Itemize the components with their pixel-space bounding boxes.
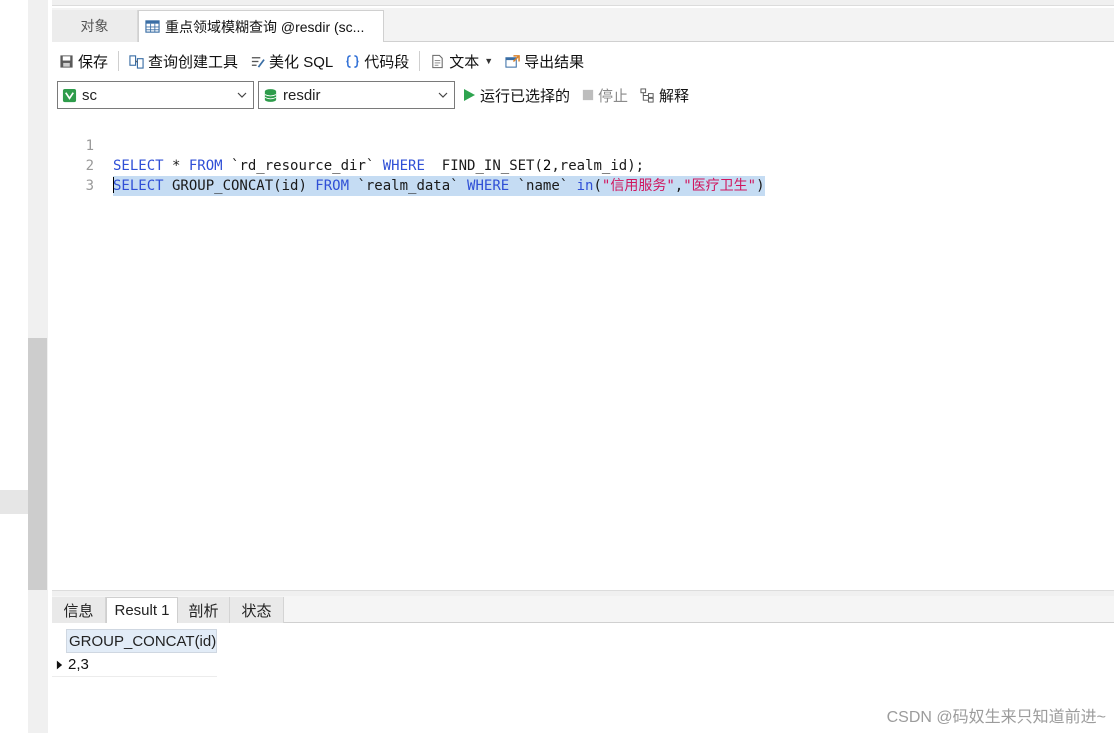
row-indicator-icon	[52, 653, 66, 677]
toolbar-divider	[419, 51, 421, 71]
left-panel-marker	[0, 490, 28, 514]
code-snippet-button[interactable]: 代码段	[343, 48, 411, 74]
run-selected-label: 运行已选择的	[480, 87, 571, 105]
query-table-icon	[145, 20, 160, 33]
play-icon	[464, 89, 475, 101]
tab-profile[interactable]: 剖析	[178, 597, 230, 623]
column-header-label: GROUP_CONCAT(id)	[69, 632, 217, 650]
tab-result-1-label: Result 1	[114, 602, 170, 619]
text-label: 文本	[449, 53, 480, 71]
code-line-3[interactable]: 3	[52, 156, 1114, 194]
tab-bar: 对象 重点领域模糊查询 @resdir (sc...	[52, 8, 1114, 42]
sql-editor[interactable]: 1 SELECT * FROM `rd_resource_dir` WHERE …	[52, 114, 1114, 590]
table-row[interactable]: 2,3	[52, 653, 217, 677]
query-builder-label: 查询创建工具	[148, 53, 239, 71]
explain-icon	[640, 87, 654, 103]
run-selected-button[interactable]: 运行已选择的	[462, 84, 570, 106]
tab-result-1[interactable]: Result 1	[106, 597, 178, 623]
tab-query[interactable]: 重点领域模糊查询 @resdir (sc...	[138, 10, 384, 42]
tab-status-label: 状态	[241, 602, 272, 620]
code-line-2[interactable]: 2 SELECT GROUP_CONCAT(id) FROM `realm_da…	[52, 136, 1114, 196]
save-icon	[60, 54, 73, 68]
chevron-down-icon[interactable]	[237, 90, 247, 100]
tab-objects[interactable]: 对象	[52, 10, 138, 42]
left-panel	[0, 0, 28, 733]
tab-info-label: 信息	[63, 602, 94, 620]
code-line-1[interactable]: 1 SELECT * FROM `rd_resource_dir` WHERE …	[52, 116, 1114, 174]
toolbar-divider	[118, 51, 120, 71]
toolbar: 保存 查询创建工具 美化 SQL 代码段 文本 ▼ 导出结果	[52, 44, 1114, 78]
save-label: 保存	[78, 53, 109, 71]
selector-bar: sc resdir 运行已选择的 停止 解释	[52, 80, 1114, 110]
export-result-button[interactable]: 导出结果	[503, 48, 586, 74]
column-header[interactable]: GROUP_CONCAT(id)	[66, 629, 217, 653]
explain-label: 解释	[659, 87, 690, 105]
query-builder-icon	[129, 54, 144, 69]
beautify-sql-button[interactable]: 美化 SQL	[248, 48, 335, 74]
left-panel-strip	[0, 0, 52, 733]
export-icon	[505, 54, 520, 68]
scrollbar-thumb[interactable]	[28, 338, 47, 590]
connection-value: sc	[82, 86, 97, 104]
table-cell[interactable]: 2,3	[66, 656, 89, 673]
database-icon	[264, 88, 277, 102]
tab-info[interactable]: 信息	[52, 597, 106, 623]
menu-bar	[52, 0, 1114, 6]
code-snippet-label: 代码段	[364, 53, 410, 71]
result-tab-bar: 信息 Result 1 剖析 状态	[52, 596, 1114, 623]
chevron-down-icon[interactable]	[438, 90, 448, 100]
code-snippet-icon	[346, 54, 359, 68]
stop-icon	[582, 89, 594, 101]
tab-objects-label: 对象	[80, 18, 109, 34]
selected-code-text: SELECT GROUP_CONCAT(id) FROM `realm_data…	[113, 176, 765, 196]
tab-query-label: 重点领域模糊查询 @resdir (sc...	[165, 18, 365, 35]
query-builder-button[interactable]: 查询创建工具	[127, 48, 240, 74]
tab-status[interactable]: 状态	[230, 597, 284, 623]
tab-profile-label: 剖析	[188, 602, 219, 620]
stop-label: 停止	[598, 87, 629, 105]
connection-icon	[62, 88, 77, 102]
stop-button[interactable]: 停止	[582, 84, 628, 106]
database-select[interactable]: resdir	[258, 81, 455, 109]
text-doc-icon	[432, 54, 443, 68]
beautify-icon	[251, 56, 265, 68]
export-result-label: 导出结果	[524, 53, 585, 71]
text-button[interactable]: 文本 ▼	[428, 48, 495, 74]
database-value: resdir	[283, 86, 321, 104]
watermark: CSDN @码奴生来只知道前进~	[886, 709, 1106, 726]
save-button[interactable]: 保存	[57, 48, 110, 74]
line-number: 3	[85, 178, 94, 194]
beautify-sql-label: 美化 SQL	[269, 53, 334, 71]
chevron-down-icon[interactable]: ▼	[484, 56, 493, 66]
explain-button[interactable]: 解释	[640, 84, 689, 106]
connection-select[interactable]: sc	[57, 81, 254, 109]
